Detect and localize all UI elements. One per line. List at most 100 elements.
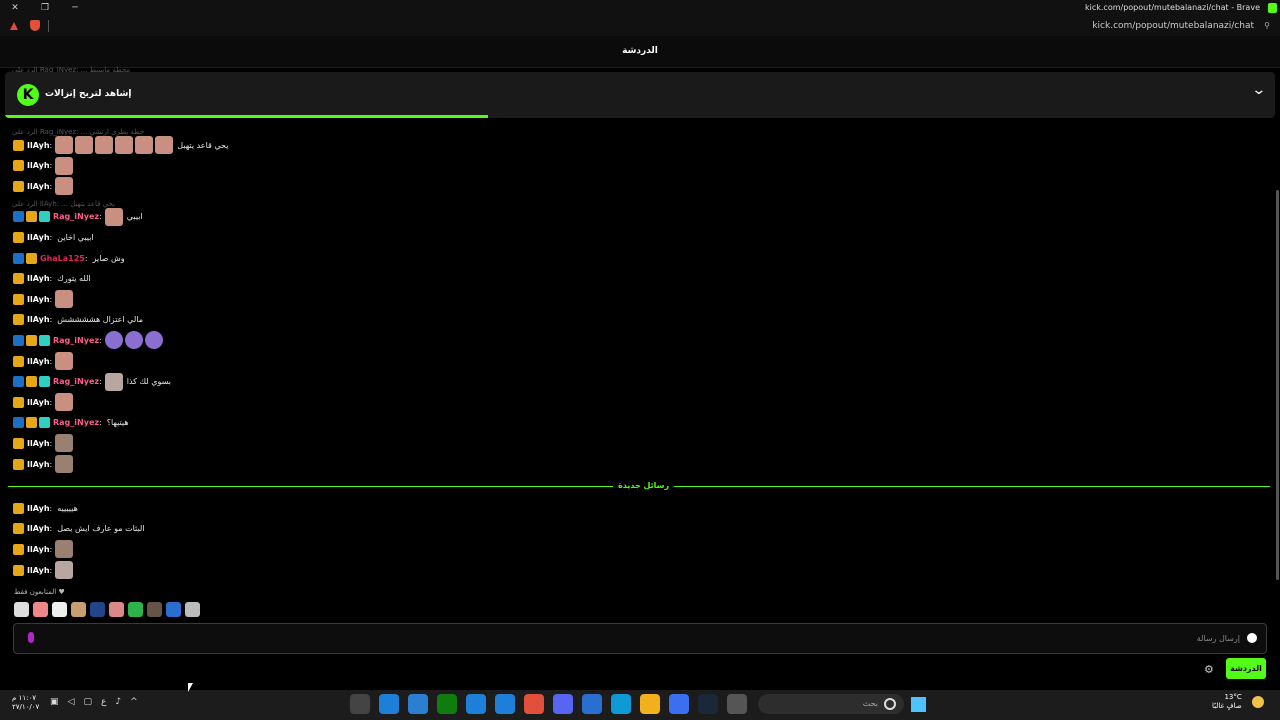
chat-username[interactable]: IlAyh [27,357,50,366]
emote-icon[interactable] [75,136,94,154]
mod-badge-icon[interactable] [13,252,24,264]
crown-badge-icon[interactable] [26,211,37,223]
chevron-down-icon[interactable]: ⌄ [1252,82,1267,98]
taskbar-app-icon[interactable] [437,694,457,714]
tray-overflow-icon[interactable]: ^ [130,697,138,707]
crown-badge-icon[interactable] [13,355,24,367]
emote-icon[interactable] [124,331,143,350]
emote-icon[interactable] [55,393,74,412]
chat-message-input[interactable]: إرسال رسالة [13,623,1267,654]
taskbar-app-icon[interactable] [553,694,573,714]
crown-badge-icon[interactable] [26,334,37,346]
site-settings-icon[interactable]: ⚲ [1264,21,1270,30]
chat-username[interactable]: IlAyh [27,182,50,191]
crown-badge-icon[interactable] [13,458,24,470]
taskbar-app-icon[interactable] [466,694,486,714]
emote-icon[interactable] [55,561,74,580]
close-window-button[interactable]: ✕ [0,0,30,16]
brave-rewards-icon[interactable] [10,22,18,30]
chat-username[interactable]: IlAyh [27,460,50,469]
crown-badge-icon[interactable] [13,139,24,151]
microphone-tray-icon[interactable]: ♪ [115,697,121,707]
chat-username[interactable]: IlAyh [27,161,50,170]
mod-badge-icon[interactable] [13,211,24,223]
brave-shield-icon[interactable] [30,20,40,31]
sub-badge-icon[interactable] [39,417,50,429]
restore-window-button[interactable]: ❐ [30,0,60,16]
emote-icon[interactable] [33,602,48,617]
emote-icon[interactable] [14,602,29,617]
mod-badge-icon[interactable] [13,417,24,429]
crown-badge-icon[interactable] [13,543,24,555]
chat-username[interactable]: Rag_iNyez [53,418,99,427]
emote-icon[interactable] [147,602,162,617]
clock[interactable]: ١١:٠٧ م ٢٧/١٠/٠٧ [12,694,39,712]
crown-badge-icon[interactable] [13,502,24,514]
taskbar-app-icon[interactable] [379,694,399,714]
send-chat-button[interactable]: الدردشة [1226,658,1266,679]
taskbar-app-icon[interactable] [350,694,370,714]
taskbar-app-icon[interactable] [524,694,544,714]
emote-icon[interactable] [55,434,74,453]
emote-icon[interactable] [128,602,143,617]
taskbar-app-icon[interactable] [611,694,631,714]
crown-badge-icon[interactable] [13,231,24,243]
drops-banner[interactable]: K إشاهد لتربح إنزالات ⌄ [5,72,1275,118]
crown-badge-icon[interactable] [13,437,24,449]
crown-badge-icon[interactable] [13,314,24,326]
emote-icon[interactable] [104,372,123,391]
mod-badge-icon[interactable] [13,376,24,388]
taskbar-app-icon[interactable] [582,694,602,714]
chat-username[interactable]: IlAyh [27,545,50,554]
emote-icon[interactable] [55,352,74,370]
emote-icon[interactable] [55,455,74,473]
mod-badge-icon[interactable] [13,334,24,346]
crown-badge-icon[interactable] [26,376,37,388]
chat-username[interactable]: GhaLa125 [40,254,85,263]
crown-badge-icon[interactable] [13,273,24,285]
chat-username[interactable]: Rag_iNyez [53,336,99,345]
crown-badge-icon[interactable] [13,564,24,576]
minimize-window-button[interactable]: ─ [60,0,90,16]
chat-scrollbar[interactable] [1276,190,1279,580]
network-icon[interactable]: ▣ [50,697,59,707]
chat-username[interactable]: IlAyh [27,504,50,513]
chat-username[interactable]: IlAyh [27,566,50,575]
taskbar-search[interactable]: بحث [758,694,904,714]
emote-icon[interactable] [104,207,123,226]
emote-icon[interactable] [135,136,154,154]
taskbar-app-icon[interactable] [408,694,428,714]
emote-icon[interactable] [185,602,200,617]
chat-username[interactable]: IlAyh [27,398,50,407]
chat-username[interactable]: IlAyh [27,233,50,242]
emote-icon[interactable] [109,602,124,617]
emote-icon[interactable] [90,602,105,617]
chat-username[interactable]: IlAyh [27,439,50,448]
notification-icon[interactable]: ▢ [83,697,92,707]
taskbar-app-icon[interactable] [669,694,689,714]
emote-icon[interactable] [104,331,123,350]
taskbar-app-icon[interactable] [495,694,515,714]
emote-icon[interactable] [144,331,163,350]
chat-username[interactable]: IlAyh [27,295,50,304]
volume-icon[interactable]: ◁ [68,697,75,707]
emote-icon[interactable] [166,602,181,617]
chat-username[interactable]: IlAyh [27,141,50,150]
emoji-picker-icon[interactable] [1247,633,1257,643]
weather-widget[interactable]: 13°C صافٍ غالبًا [1212,693,1242,711]
emote-icon[interactable] [55,156,74,175]
emote-icon[interactable] [55,290,74,309]
start-menu-icon[interactable] [911,697,926,712]
crown-badge-icon[interactable] [13,396,24,408]
taskbar-app-icon[interactable] [640,694,660,714]
sub-badge-icon[interactable] [39,376,50,388]
chat-username[interactable]: IlAyh [27,315,50,324]
crown-badge-icon[interactable] [26,252,37,264]
emote-icon[interactable] [55,540,74,559]
microphone-icon[interactable] [28,632,34,643]
chat-username[interactable]: IlAyh [27,524,50,533]
chat-username[interactable]: Rag_iNyez [53,212,99,221]
emote-icon[interactable] [71,602,86,617]
sub-badge-icon[interactable] [39,211,50,223]
crown-badge-icon[interactable] [13,180,24,192]
